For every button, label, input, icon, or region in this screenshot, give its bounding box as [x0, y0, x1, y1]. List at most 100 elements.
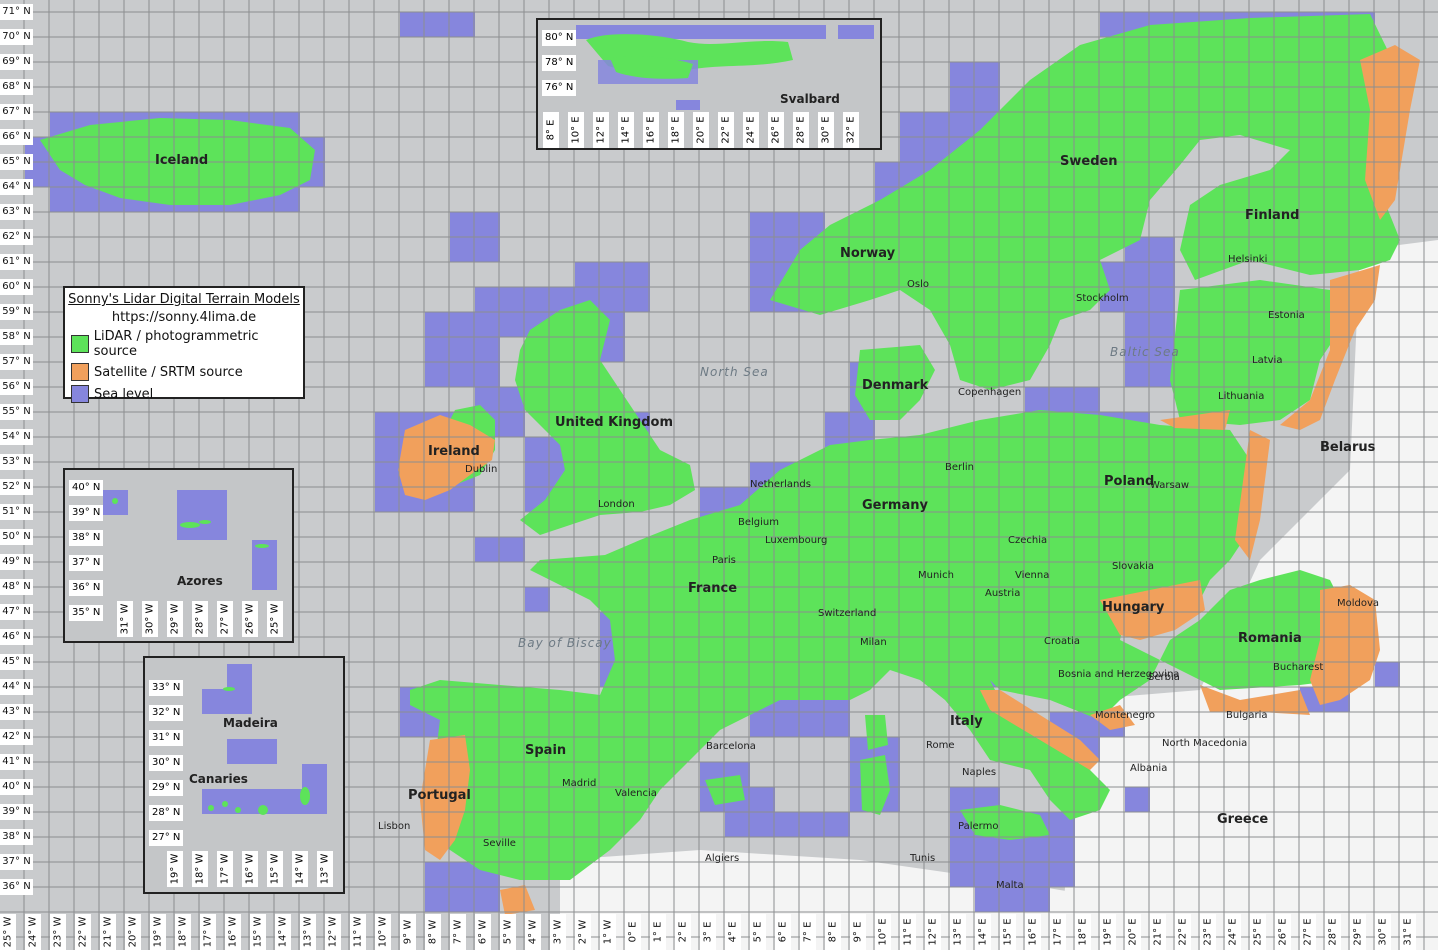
place-label: Paris	[712, 555, 736, 566]
svalbard-inset[interactable]: 80° N 78° N 76° N 8° E 10° E 12° E 14° E 16° E 1…	[536, 18, 882, 150]
inset-longitude-label: 16° E	[643, 112, 659, 148]
place-label: Luxembourg	[765, 535, 828, 546]
sea-level-tile	[475, 537, 525, 562]
longitude-label: 11° W	[350, 914, 366, 950]
place-label: Iceland	[155, 153, 209, 168]
legend-label: LiDAR / photogrammetric source	[93, 329, 259, 359]
inset-latitude-label: 38° N	[69, 530, 104, 546]
longitude-label: 2° W	[575, 914, 591, 950]
longitude-label: 3° E	[700, 914, 716, 950]
place-label: Norway	[840, 246, 896, 261]
inset-latitude-label: 39° N	[69, 505, 104, 521]
sea-level-tile	[1125, 787, 1150, 812]
inset-longitude-label: 22° E	[718, 112, 734, 148]
longitude-label: 14° E	[975, 914, 991, 950]
sea-level-tile	[450, 12, 475, 37]
longitude-label: 23° E	[1200, 914, 1216, 950]
place-label: Seville	[483, 838, 516, 849]
sea-swatch	[71, 385, 89, 403]
place-label: Austria	[985, 588, 1021, 599]
inset-longitude-label: 28° W	[192, 601, 208, 637]
latitude-label: 42° N	[0, 729, 33, 745]
inset-latitude-label: 33° N	[149, 680, 184, 696]
place-label: Rome	[926, 740, 955, 751]
longitude-label: 16° E	[1025, 914, 1041, 950]
place-label: Bucharest	[1273, 662, 1324, 673]
latitude-label: 71° N	[0, 4, 33, 20]
latitude-label: 49° N	[0, 554, 33, 570]
inset-latitude-label: 78° N	[542, 55, 577, 71]
inset-longitude-label: 30° E	[818, 112, 834, 148]
longitude-label: 20° W	[125, 914, 141, 950]
longitude-label: 15° E	[1000, 914, 1016, 950]
longitude-label: 13° W	[300, 914, 316, 950]
longitude-label: 15° W	[250, 914, 266, 950]
longitude-label: 10° E	[875, 914, 891, 950]
inset-title: Azores	[177, 574, 223, 588]
place-label: Palermo	[958, 821, 999, 832]
legend-item-lidar: LiDAR / photogrammetric source	[71, 329, 303, 359]
longitude-label: 21° E	[1150, 914, 1166, 950]
longitude-label: 17° W	[200, 914, 216, 950]
place-label: Finland	[1245, 208, 1300, 223]
place-label: Portugal	[408, 788, 471, 803]
longitude-label: 4° W	[525, 914, 541, 950]
longitude-label: 20° E	[1125, 914, 1141, 950]
legend-item-sea: Sea level	[71, 385, 303, 403]
place-label: Lithuania	[1218, 391, 1265, 402]
longitude-label: 3° W	[550, 914, 566, 950]
longitude-label: 5° W	[500, 914, 516, 950]
place-label: Copenhagen	[958, 387, 1022, 398]
longitude-label: 28° E	[1325, 914, 1341, 950]
corsica	[865, 715, 888, 750]
place-label: Croatia	[1044, 636, 1080, 647]
place-label: Munich	[918, 570, 954, 581]
inset-longitude-label: 17° W	[217, 851, 233, 887]
sea-level-tile	[525, 587, 550, 612]
inset-longitude-label: 10° E	[568, 112, 584, 148]
latitude-label: 64° N	[0, 179, 33, 195]
inset-title: Canaries	[189, 772, 248, 786]
latitude-label: 62° N	[0, 229, 33, 245]
place-label: London	[598, 499, 635, 510]
place-label: Ireland	[428, 444, 480, 459]
place-label: Estonia	[1268, 310, 1305, 321]
inset-latitude-label: 29° N	[149, 780, 184, 796]
longitude-label: 7° E	[800, 914, 816, 950]
place-label: Belgium	[738, 517, 779, 528]
longitude-label: 25° W	[0, 914, 16, 950]
place-label: Germany	[862, 498, 928, 513]
place-label: Bay of Biscay	[518, 636, 612, 650]
place-label: United Kingdom	[555, 415, 674, 430]
longitude-label: 6° E	[775, 914, 791, 950]
place-label: Czechia	[1008, 535, 1048, 546]
legend: Sonny's Lidar Digital Terrain Models htt…	[63, 286, 305, 403]
place-label: Moldova	[1337, 598, 1380, 609]
legend-item-srtm: Satellite / SRTM source	[71, 363, 303, 381]
place-label: Malta	[996, 880, 1024, 891]
madeira-canaries-inset[interactable]: 33° N 32° N 31° N 30° N 29° N 28° N 27° N 19° W…	[143, 656, 345, 894]
latitude-label: 59° N	[0, 304, 33, 320]
inset-latitude-label: 76° N	[542, 80, 577, 96]
longitude-label: 9° W	[400, 914, 416, 950]
place-label: Spain	[525, 743, 567, 758]
inset-longitude-label: 29° W	[167, 601, 183, 637]
longitude-label: 9° E	[850, 914, 866, 950]
latitude-label: 47° N	[0, 604, 33, 620]
inset-longitude-label: 16° W	[242, 851, 258, 887]
place-label: North Sea	[700, 365, 769, 379]
longitude-label: 18° W	[175, 914, 191, 950]
longitude-label: 10° W	[375, 914, 391, 950]
sea-level-tile	[425, 312, 500, 387]
legend-url[interactable]: https://sonny.4lima.de	[65, 310, 303, 325]
latitude-label: 56° N	[0, 379, 33, 395]
inset-latitude-label: 80° N	[542, 30, 577, 46]
longitude-label: 17° E	[1050, 914, 1066, 950]
longitude-label: 1° W	[600, 914, 616, 950]
latitude-label: 40° N	[0, 779, 33, 795]
latitude-label: 69° N	[0, 54, 33, 70]
azores-inset[interactable]: 40° N 39° N 38° N 37° N 36° N 35° N 31° W 30° W…	[63, 468, 294, 643]
inset-latitude-label: 40° N	[69, 480, 104, 496]
latitude-label: 60° N	[0, 279, 33, 295]
latitude-label: 63° N	[0, 204, 33, 220]
